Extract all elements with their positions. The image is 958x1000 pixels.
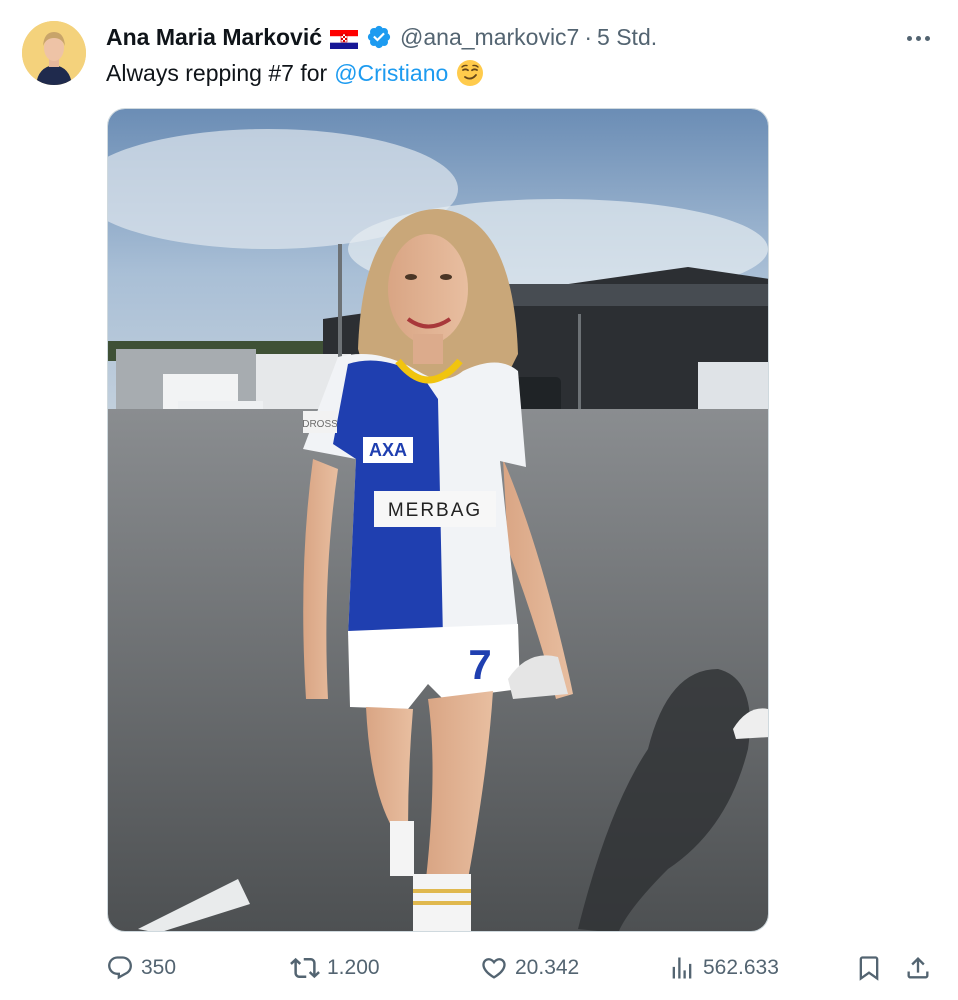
views-chart-icon [668,954,696,982]
shorts-number: 7 [468,641,491,688]
author-name[interactable]: Ana Maria Marković [106,24,322,51]
jersey-sponsor-merbag: MERBAG [388,500,482,521]
bookmark-icon [855,954,883,982]
mention-link[interactable]: @Cristiano [334,58,448,88]
tweet[interactable]: Ana Maria Marković @ana_markovic7 · 5 St… [0,0,958,1000]
views-button[interactable]: 562.633 [668,948,779,988]
repost-count: 1.200 [327,956,380,979]
verified-badge-icon[interactable] [366,24,392,50]
more-options-button[interactable] [900,26,936,50]
author-handle[interactable]: @ana_markovic7 [400,24,579,51]
tweet-header: Ana Maria Marković @ana_markovic7 · 5 St… [106,22,657,52]
more-dot [924,35,930,41]
like-count: 20.342 [515,956,580,979]
more-dot [915,35,921,41]
more-dot [906,35,912,41]
croatia-flag-icon [330,28,359,49]
repost-button[interactable]: 1.200 [290,948,380,988]
reply-button[interactable]: 350 [106,948,176,988]
tweet-photo[interactable]: AXA MERBAG 7 DROSS [107,108,769,932]
jersey-sponsor-axa: AXA [369,440,407,460]
views-count: 562.633 [703,956,779,979]
share-button[interactable] [904,948,932,988]
reply-count: 350 [141,956,177,979]
reply-icon [106,954,134,982]
smirking-face-emoji-icon [455,58,485,88]
separator-dot: · [584,23,593,50]
tweet-body: Always repping #7 for [106,60,328,86]
timestamp[interactable]: 5 Std. [597,24,657,51]
like-button[interactable]: 20.342 [480,948,579,988]
tweet-text: Always repping #7 for @Cristiano [106,58,485,88]
heart-icon [480,954,508,982]
banner-text: DROSS [302,419,338,430]
repost-icon [290,953,320,983]
action-bar: 350 1.200 20.342 562.633 [0,948,958,988]
bookmark-button[interactable] [855,948,883,988]
avatar[interactable] [22,21,86,85]
share-icon [904,954,932,982]
